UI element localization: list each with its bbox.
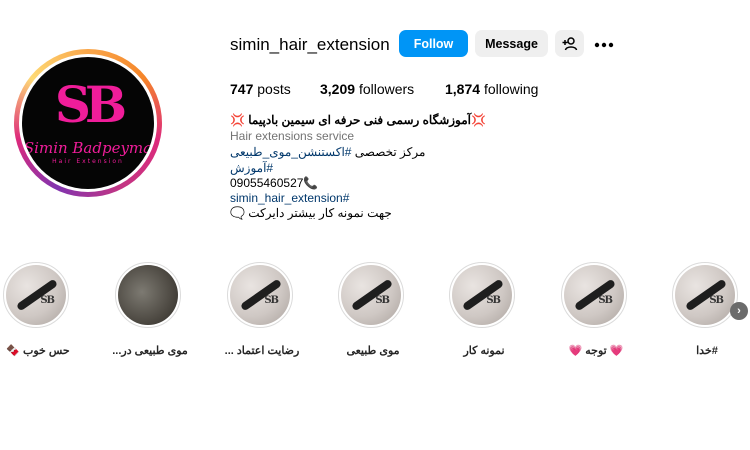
highlight-label: رضایت اعتماد ... [224, 345, 300, 357]
hashtag-link[interactable]: #آموزش [230, 161, 273, 175]
story-highlight[interactable]: SB حس خوب 🍫 [3, 262, 73, 357]
bio-category: Hair extensions service [230, 129, 355, 143]
highlight-label: حس خوب 🍫 [6, 345, 70, 357]
follow-button[interactable]: Follow [399, 30, 468, 57]
following-stat[interactable]: 1,874 following [445, 81, 538, 97]
more-options-icon[interactable] [594, 33, 616, 53]
logo-name: Simin Badpeyma [23, 139, 153, 157]
username-hashtag-link[interactable]: simin_hair_extension# [230, 191, 349, 205]
story-highlight[interactable]: موی طبیعی در... [112, 262, 188, 357]
followers-label: followers [358, 81, 415, 97]
bio-direct-note: جهت نمونه کار بیشتر دایرکت 🗨️ [230, 206, 392, 220]
story-highlight[interactable]: SB 💗 توجه 💗 [561, 262, 631, 357]
highlight-label: #خدا [696, 345, 718, 357]
bio-specialty-text: مرکز تخصصی [351, 145, 426, 159]
highlight-label: نمونه کار [463, 345, 505, 357]
chevron-right-icon[interactable]: › [730, 302, 748, 320]
highlight-label: 💗 توجه 💗 [568, 345, 624, 357]
posts-count: 747 [230, 81, 254, 97]
following-count: 1,874 [445, 81, 481, 97]
profile-avatar[interactable]: SB Simin Badpeyma Hair Extension [14, 49, 162, 197]
suggested-accounts-button[interactable] [555, 30, 584, 57]
following-label: following [483, 81, 539, 97]
story-highlight[interactable]: SB #خدا [672, 262, 742, 357]
story-highlight[interactable]: SB موی طبیعی [338, 262, 408, 357]
highlight-label: موی طبیعی در... [112, 345, 188, 357]
message-button[interactable]: Message [475, 30, 548, 57]
story-highlight[interactable]: SB رضایت اعتماد ... [225, 262, 299, 357]
followers-stat[interactable]: 3,209 followers [320, 81, 414, 97]
followers-count: 3,209 [320, 81, 356, 97]
avatar-image: SB Simin Badpeyma Hair Extension [22, 57, 154, 189]
story-highlight[interactable]: SB نمونه کار [449, 262, 519, 357]
bio-title: 💢آموزشگاه رسمی فنی حرفه ای سیمین بادپیما… [230, 113, 486, 127]
highlight-label: موی طبیعی [346, 345, 400, 357]
bio-phone: 09055460527📞 [230, 176, 319, 190]
hashtag-link[interactable]: #اکستنشن_موی_طبیعی [230, 145, 351, 159]
logo-subtitle: Hair Extension [52, 158, 124, 165]
profile-username: simin_hair_extension [230, 35, 390, 54]
logo-letters: SB [54, 75, 127, 134]
posts-stat: 747 posts [230, 81, 291, 97]
person-add-icon [562, 36, 577, 50]
posts-label: posts [257, 81, 291, 97]
bio-line-specialty: مرکز تخصصی #اکستنشن_موی_طبیعی [230, 145, 425, 159]
